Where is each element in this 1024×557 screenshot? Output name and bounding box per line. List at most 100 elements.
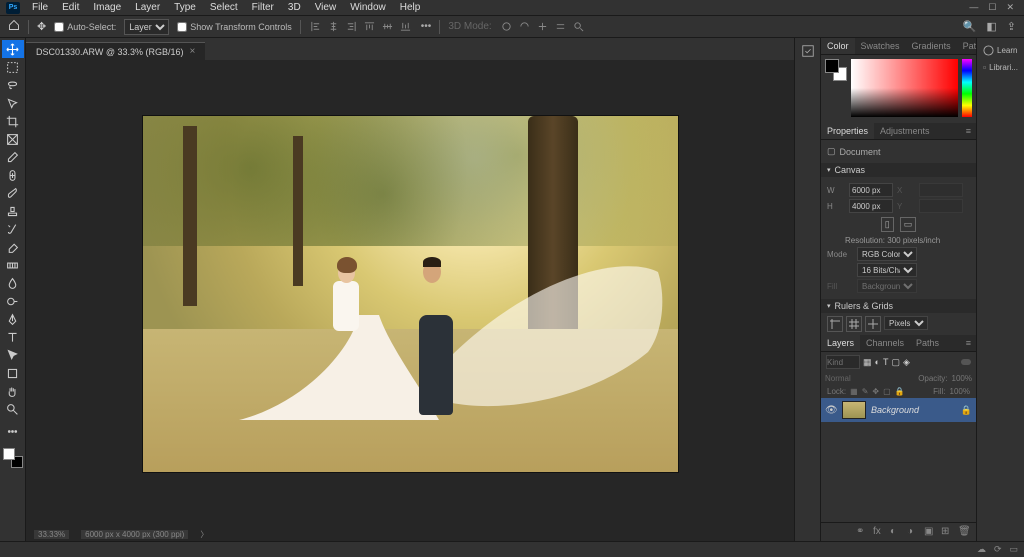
menu-edit[interactable]: Edit (56, 1, 85, 14)
filter-toggle[interactable] (961, 359, 971, 365)
lock-transparent-icon[interactable]: ▦ (850, 387, 858, 396)
quick-select-tool[interactable] (2, 94, 24, 112)
x-input[interactable] (919, 183, 963, 197)
group-icon[interactable]: ▣ (924, 526, 936, 538)
rulers-section-header[interactable]: Rulers & Grids (821, 299, 976, 313)
menu-type[interactable]: Type (168, 1, 202, 14)
crop-tool[interactable] (2, 112, 24, 130)
tab-properties[interactable]: Properties (821, 123, 874, 139)
rulers-icon[interactable] (827, 316, 843, 332)
tab-layers[interactable]: Layers (821, 335, 860, 351)
link-layers-icon[interactable]: ⚭ (856, 526, 868, 538)
zoom-level[interactable]: 33.33% (34, 530, 69, 539)
minimize-icon[interactable]: — (969, 2, 978, 13)
color-panel-swatch[interactable] (825, 59, 847, 81)
canvas-section-header[interactable]: Canvas (821, 163, 976, 177)
hue-slider[interactable] (962, 59, 972, 117)
search-icon[interactable]: 🔍 (963, 20, 977, 33)
filter-pixel-icon[interactable]: ▦ (863, 357, 872, 368)
edit-toolbar-icon[interactable] (2, 422, 24, 440)
history-panel-icon[interactable] (797, 40, 819, 62)
healing-tool[interactable] (2, 166, 24, 184)
doc-info[interactable]: 6000 px x 4000 px (300 ppi) (81, 530, 188, 539)
align-right-icon[interactable] (345, 20, 359, 34)
menu-file[interactable]: File (26, 1, 54, 14)
height-input[interactable] (849, 199, 893, 213)
layer-filter-input[interactable] (826, 355, 860, 369)
layer-background[interactable]: 👁 Background 🔒 (821, 398, 976, 422)
layer-style-icon[interactable]: fx (873, 526, 885, 538)
tab-channels[interactable]: Channels (860, 335, 910, 351)
panel-menu-icon[interactable]: ≡ (961, 123, 976, 139)
eyedropper-tool[interactable] (2, 148, 24, 166)
stamp-tool[interactable] (2, 202, 24, 220)
move-tool[interactable] (2, 40, 24, 58)
menu-image[interactable]: Image (87, 1, 127, 14)
layer-thumbnail[interactable] (842, 401, 866, 419)
pen-tool[interactable] (2, 310, 24, 328)
3d-orbit-icon[interactable] (500, 20, 514, 34)
ruler-units-dropdown[interactable]: Pixels (884, 316, 928, 330)
share-icon[interactable]: ⇪ (1007, 20, 1016, 33)
show-transform-checkbox[interactable]: Show Transform Controls (177, 22, 292, 32)
y-input[interactable] (919, 199, 963, 213)
opacity-value[interactable]: 100% (952, 374, 972, 383)
align-center-v-icon[interactable] (381, 20, 395, 34)
blur-tool[interactable] (2, 274, 24, 292)
color-picker-field[interactable] (851, 59, 958, 117)
zoom-tool[interactable] (2, 400, 24, 418)
filter-type-icon[interactable]: T (883, 357, 889, 367)
canvas[interactable] (26, 60, 794, 527)
footer-cloud-icon[interactable]: ☁ (977, 544, 986, 555)
fill-dropdown[interactable]: Background Color (857, 279, 917, 293)
layer-mask-icon[interactable]: ◐ (890, 526, 902, 538)
fill-opacity-value[interactable]: 100% (950, 387, 970, 396)
3d-pan-icon[interactable] (536, 20, 550, 34)
3d-zoom-icon[interactable] (572, 20, 586, 34)
delete-layer-icon[interactable]: 🗑 (958, 526, 970, 538)
tab-swatches[interactable]: Swatches (855, 38, 906, 54)
lock-position-icon[interactable]: ✥ (872, 387, 879, 396)
footer-sync-icon[interactable]: ⟳ (994, 544, 1002, 555)
more-icon[interactable]: ••• (421, 21, 432, 32)
shape-tool[interactable] (2, 364, 24, 382)
footer-expand-icon[interactable]: ▭ (1009, 544, 1018, 555)
adjustment-layer-icon[interactable]: ◑ (907, 526, 919, 538)
3d-roll-icon[interactable] (518, 20, 532, 34)
visibility-icon[interactable]: 👁 (825, 405, 837, 416)
learn-button[interactable]: Learn (981, 42, 1020, 59)
status-arrow-icon[interactable]: 〉 (200, 529, 208, 540)
hand-tool[interactable] (2, 382, 24, 400)
filter-smart-icon[interactable]: ◈ (903, 357, 910, 368)
dodge-tool[interactable] (2, 292, 24, 310)
panel-menu-icon[interactable]: ≡ (961, 335, 976, 351)
filter-adjust-icon[interactable]: ◐ (875, 357, 880, 367)
grid-icon[interactable] (846, 316, 862, 332)
workspace-icon[interactable]: ◧ (986, 20, 996, 33)
filter-shape-icon[interactable]: ▢ (891, 357, 900, 368)
foreground-color-swatch[interactable] (3, 448, 15, 460)
libraries-button[interactable]: Librari... (981, 59, 1020, 76)
new-layer-icon[interactable]: ⊞ (941, 526, 953, 538)
width-input[interactable] (849, 183, 893, 197)
type-tool[interactable] (2, 328, 24, 346)
menu-layer[interactable]: Layer (129, 1, 166, 14)
tab-paths[interactable]: Paths (910, 335, 945, 351)
lasso-tool[interactable] (2, 76, 24, 94)
tab-color[interactable]: Color (821, 38, 855, 54)
tab-close-icon[interactable]: × (190, 46, 196, 57)
lock-artboard-icon[interactable]: ▢ (883, 387, 891, 396)
align-bottom-icon[interactable] (399, 20, 413, 34)
path-select-tool[interactable] (2, 346, 24, 364)
3d-slide-icon[interactable] (554, 20, 568, 34)
document-tab[interactable]: DSC01330.ARW @ 33.3% (RGB/16) × (26, 42, 205, 60)
menu-filter[interactable]: Filter (246, 1, 280, 14)
tab-gradients[interactable]: Gradients (906, 38, 957, 54)
lock-paint-icon[interactable]: ✎ (862, 387, 869, 396)
align-center-h-icon[interactable] (327, 20, 341, 34)
menu-select[interactable]: Select (204, 1, 244, 14)
landscape-icon[interactable]: ▭ (900, 217, 917, 232)
color-swatches[interactable] (3, 448, 23, 468)
maximize-icon[interactable]: ☐ (988, 2, 996, 13)
close-icon[interactable]: ✕ (1006, 2, 1014, 13)
